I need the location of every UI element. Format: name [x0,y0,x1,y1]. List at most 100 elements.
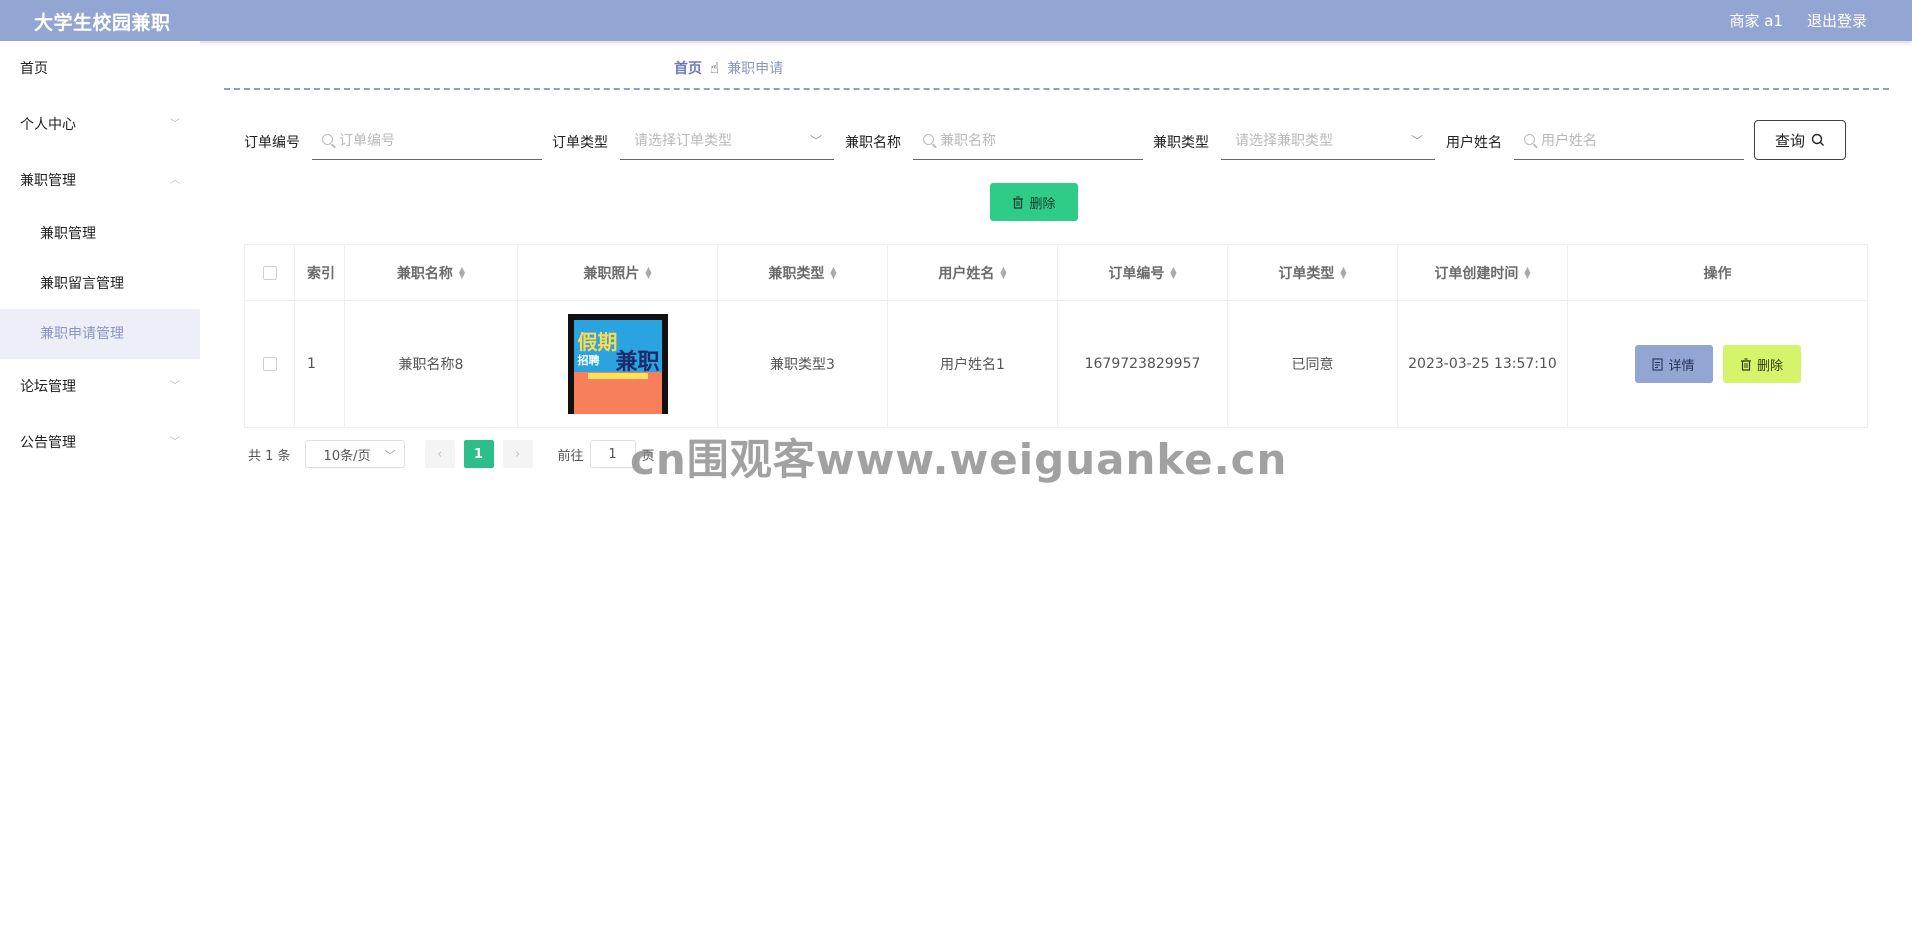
row-delete-button[interactable]: 删除 [1722,345,1801,383]
detail-button-label: 详情 [1668,358,1695,374]
poster-band [587,373,648,379]
page-jump-input[interactable]: 1 [589,440,636,468]
order-no-placeholder: 订单编号 [339,132,395,149]
job-type-label: 兼职类型 [1153,135,1209,151]
order-type-placeholder: 请选择订单类型 [634,132,732,149]
poster-title: 假期 [577,330,618,354]
chevron-down-icon: ﹀ [384,449,396,462]
prev-page-button[interactable]: ‹ [424,440,455,468]
sidebar-item-label: 首页 [20,61,48,77]
watermark-text: cn围观客www.weiguanke.cn [630,435,1288,484]
cell-created-time: 2023-03-25 13:57:10 [1398,301,1568,427]
job-name-label: 兼职名称 [845,135,901,151]
sidebar-item-label: 论坛管理 [20,379,76,395]
table-header-row: 索引 兼职名称 ▲ ▼ 兼职照片 ▲ ▼ 兼职类型 ▲ ▼ 用户姓名 ▲ ▼ 订单编号 … [245,245,1867,301]
poster-subtitle: 招聘 [577,354,600,367]
sidebar-item-home[interactable]: 首页 [0,41,200,97]
pagination: 共 1 条 10条/页 ﹀ ‹ 1 › 前往 1 页 [248,440,655,468]
app-title: 大学生校园兼职 [34,12,171,34]
sort-icon: ▲ ▼ [1170,264,1177,280]
sidebar-item-label: 个人中心 [20,117,76,133]
header-label: 用户姓名 [938,265,995,282]
detail-button[interactable]: 详情 [1634,345,1713,383]
header-label: 兼职名称 [396,265,453,282]
order-no-input[interactable]: 订单编号 [312,120,542,160]
select-all-checkbox[interactable] [262,265,277,280]
cell-job-photo: 假期 招聘 兼职 [518,301,718,427]
sort-icon: ▲ ▼ [645,264,652,280]
header-order-no[interactable]: 订单编号 ▲ ▼ [1058,245,1228,300]
header-job-type[interactable]: 兼职类型 ▲ ▼ [718,245,888,300]
page-number-1[interactable]: 1 [463,440,494,468]
chevron-down-icon: ﹀ [170,381,180,392]
search-icon [1811,133,1824,146]
query-button[interactable]: 查询 [1754,120,1846,160]
cell-user-name: 用户姓名1 [888,301,1058,427]
order-no-label: 订单编号 [244,135,300,151]
chevron-down-icon: ﹀ [1410,134,1423,148]
search-form: 订单编号 订单编号 订单类型 请选择订单类型 ﹀ 兼职名称 兼职名称 兼职类型 … [244,120,1846,162]
sidebar-item-label: 公告管理 [20,435,76,451]
current-user: 商家 a1 [1729,12,1783,30]
row-delete-label: 删除 [1756,358,1783,374]
cell-job-type: 兼职类型3 [718,301,888,427]
job-name-placeholder: 兼职名称 [940,132,996,149]
cell-job-name: 兼职名称8 [345,301,518,427]
logout-link[interactable]: 退出登录 [1807,10,1867,31]
sort-icon: ▲ ▼ [1340,264,1347,280]
sidebar-subitem-jobs[interactable]: 兼职管理 [0,209,200,259]
header-index: 索引 [295,245,345,300]
bulk-delete-button[interactable]: 删除 [990,183,1078,221]
sidebar-item-jobs-group[interactable]: 兼职管理 ︿ [0,153,200,209]
sidebar: 首页 个人中心 ﹀ 兼职管理 ︿ 兼职管理 兼职留言管理 兼职申请管理 论坛管理… [0,41,200,932]
document-icon [1652,357,1664,371]
order-type-select[interactable]: 请选择订单类型 ﹀ [620,120,834,160]
job-name-input[interactable]: 兼职名称 [913,120,1143,160]
header-created-time[interactable]: 订单创建时间 ▲ ▼ [1398,245,1568,300]
cell-order-no: 1679723829957 [1058,301,1228,427]
table-row: 1 兼职名称8 假期 招聘 兼职 兼职类型3 用户姓名1 16797238299… [245,301,1867,427]
cell-order-type: 已同意 [1228,301,1398,427]
row-select [245,301,295,427]
user-name-label: 用户姓名 [1446,135,1502,151]
pagination-total: 共 1 条 [248,448,291,464]
header-select-all [245,245,295,300]
breadcrumb-current: 兼职申请 [727,61,784,77]
header-order-type[interactable]: 订单类型 ▲ ▼ [1228,245,1398,300]
page-size-select[interactable]: 10条/页 ﹀ [304,440,405,468]
header-job-photo[interactable]: 兼职照片 ▲ ▼ [518,245,718,300]
header-user-name[interactable]: 用户姓名 ▲ ▼ [888,245,1058,300]
hand-pointer-icon: ☝ [710,59,720,77]
chevron-up-icon: ︿ [170,175,180,186]
search-icon [1524,134,1535,145]
goto-label: 前往 [557,448,584,464]
sort-icon: ▲ ▼ [830,264,837,280]
trash-icon [1013,195,1024,209]
user-name-input[interactable]: 用户姓名 [1514,120,1744,160]
sort-icon: ▲ ▼ [1000,264,1007,280]
sort-icon: ▲ ▼ [458,264,466,280]
row-checkbox[interactable] [262,357,277,371]
breadcrumb-home[interactable]: 首页 [674,58,702,78]
job-photo-thumbnail[interactable]: 假期 招聘 兼职 [567,314,668,414]
user-name-placeholder: 用户姓名 [1541,132,1597,149]
header-label: 兼职照片 [583,265,640,282]
next-page-button[interactable]: › [502,440,533,468]
breadcrumb-divider [224,88,1889,90]
sidebar-item-forum[interactable]: 论坛管理 ﹀ [0,359,200,415]
sidebar-item-notice[interactable]: 公告管理 ﹀ [0,415,200,471]
header-job-name[interactable]: 兼职名称 ▲ ▼ [345,245,518,300]
job-type-select[interactable]: 请选择兼职类型 ﹀ [1221,120,1435,160]
header-actions: 操作 [1703,265,1732,282]
bulk-delete-label: 删除 [1029,196,1056,212]
top-header: 大学生校园兼职 商家 a1 退出登录 [0,0,1912,41]
trash-icon [1740,357,1751,371]
sidebar-subitem-job-applications[interactable]: 兼职申请管理 [0,309,200,359]
header-label: 订单编号 [1108,265,1165,282]
sidebar-item-personal[interactable]: 个人中心 ﹀ [0,97,200,153]
sort-icon: ▲ ▼ [1524,264,1531,280]
cell-actions: 详情 删除 [1568,301,1867,427]
sidebar-subitem-job-messages[interactable]: 兼职留言管理 [0,259,200,309]
cell-index: 1 [295,301,345,427]
search-icon [923,134,934,145]
